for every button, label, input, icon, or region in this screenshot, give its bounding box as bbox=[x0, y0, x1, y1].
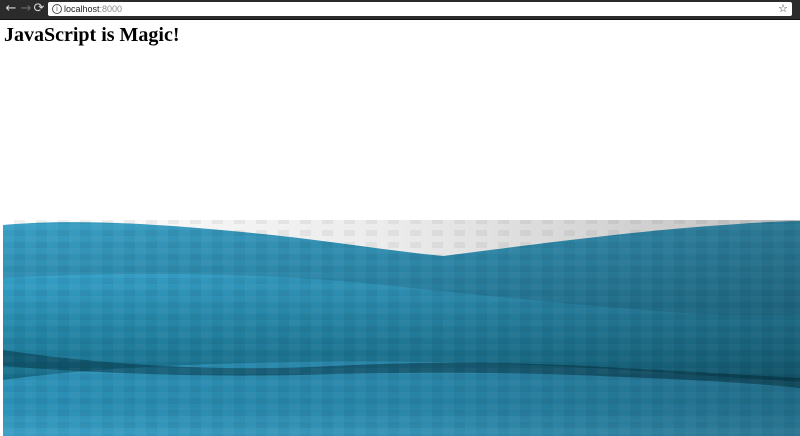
back-icon[interactable]: ← bbox=[3, 1, 19, 17]
bookmark-star-icon[interactable]: ☆ bbox=[778, 2, 788, 16]
reload-icon[interactable]: ⟳ bbox=[31, 1, 47, 17]
url-text[interactable]: localhost:8000 bbox=[64, 2, 122, 16]
water-scene-canvas[interactable] bbox=[3, 20, 800, 436]
site-info-icon[interactable]: i bbox=[52, 4, 62, 14]
url-host: localhost bbox=[64, 4, 100, 14]
address-bar[interactable]: i localhost:8000 ☆ bbox=[48, 2, 792, 16]
browser-toolbar: ← → ⟳ i localhost:8000 ☆ bbox=[0, 0, 800, 20]
url-port: :8000 bbox=[99, 4, 123, 14]
page-viewport: JavaScript is Magic! bbox=[0, 20, 800, 436]
